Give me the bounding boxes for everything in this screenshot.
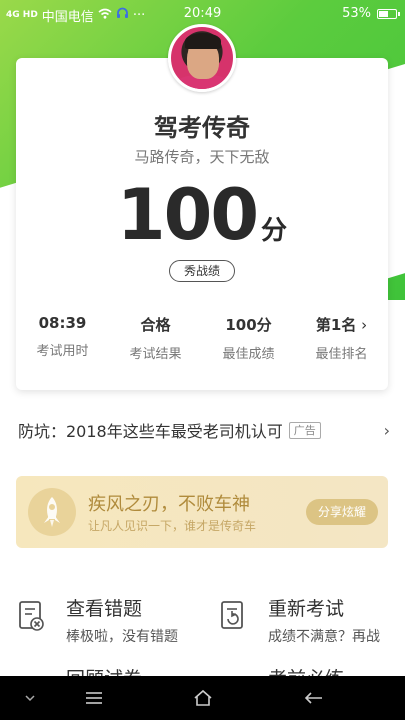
action-subtitle: 棒极啦，没有错题 bbox=[66, 629, 178, 645]
battery-percent: 53% bbox=[342, 6, 371, 21]
retake-exam-button[interactable]: 重新考试 成绩不满意？再战 bbox=[220, 594, 405, 650]
ad-badge: 广告 bbox=[288, 421, 321, 439]
result-subtitle: 马路传奇，天下无敌 bbox=[134, 148, 270, 166]
stat-best-rank[interactable]: 第1名 › 最佳排名 bbox=[295, 314, 388, 362]
score-unit: 分 bbox=[261, 216, 288, 246]
system-nav-bar bbox=[0, 676, 405, 720]
stat-value: 08:39 bbox=[38, 314, 87, 332]
retake-icon bbox=[220, 600, 248, 636]
chevron-down-icon[interactable] bbox=[0, 676, 60, 720]
result-title: 驾考传奇 bbox=[154, 114, 250, 142]
rocket-icon bbox=[28, 488, 76, 536]
banner-heading: 疾风之刃，不败车神 bbox=[88, 494, 250, 515]
stat-label: 最佳成绩 bbox=[222, 347, 275, 362]
stat-exam-result: 合格 考试结果 bbox=[109, 314, 202, 362]
mistakes-icon bbox=[18, 600, 46, 636]
banner-subtext: 让凡人见识一下，谁才是传奇车 bbox=[88, 519, 257, 533]
result-card: 驾考传奇 马路传奇，天下无敌 100 分 秀战绩 08:39 考试用时 合格 考试… bbox=[16, 58, 388, 390]
battery-icon bbox=[377, 8, 400, 19]
stat-exam-time: 08:39 考试用时 bbox=[16, 314, 109, 362]
stat-label: 最佳排名 bbox=[315, 347, 368, 362]
share-button[interactable]: 分享炫耀 bbox=[306, 499, 378, 525]
stat-value: 合格 bbox=[140, 316, 171, 334]
home-icon[interactable] bbox=[173, 676, 233, 720]
ad-link[interactable]: 防坑：2018年这些车最受老司机认可 广告 › bbox=[18, 418, 390, 442]
stat-best-score: 100分 最佳成绩 bbox=[202, 314, 295, 362]
avatar[interactable] bbox=[168, 24, 236, 92]
stats-row: 08:39 考试用时 合格 考试结果 100分 最佳成绩 第1名 › 最佳排名 bbox=[16, 314, 388, 362]
stat-value: 第1名 bbox=[315, 316, 357, 334]
stat-value: 100分 bbox=[225, 316, 272, 334]
show-record-button[interactable]: 秀战绩 bbox=[169, 260, 235, 282]
chevron-right-icon: › bbox=[356, 316, 368, 334]
action-title: 回顾试卷 bbox=[66, 664, 142, 676]
stat-label: 考试用时 bbox=[36, 344, 89, 359]
menu-icon[interactable] bbox=[64, 676, 124, 720]
score-value: 100 bbox=[116, 174, 259, 256]
review-mistakes-button[interactable]: 查看错题 棒极啦，没有错题 bbox=[18, 594, 198, 650]
ad-text: 防坑：2018年这些车最受老司机认可 bbox=[18, 422, 283, 441]
stat-label: 考试结果 bbox=[129, 347, 182, 362]
score-display: 100 分 bbox=[16, 174, 388, 256]
back-icon[interactable] bbox=[284, 676, 344, 720]
share-banner[interactable]: 疾风之刃，不败车神 让凡人见识一下，谁才是传奇车 分享炫耀 bbox=[16, 476, 388, 548]
action-subtitle: 成绩不满意？再战 bbox=[268, 629, 380, 645]
pre-exam-practice-button[interactable]: 考前必练 bbox=[220, 664, 405, 676]
action-title: 重新考试 bbox=[268, 598, 345, 620]
chevron-right-icon: › bbox=[383, 420, 390, 440]
review-paper-button[interactable]: 回顾试卷 bbox=[18, 664, 198, 676]
action-title: 查看错题 bbox=[66, 598, 143, 620]
action-title: 考前必练 bbox=[268, 664, 344, 676]
